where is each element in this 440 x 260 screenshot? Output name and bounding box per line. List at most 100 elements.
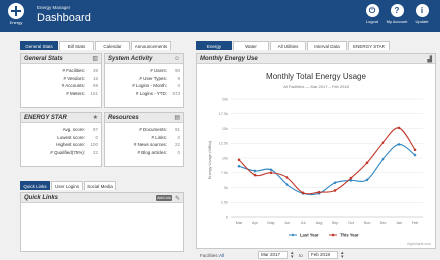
help-icon: ? [390,4,404,17]
facilities-label: Facilities: [200,252,219,258]
update-label: Update [415,19,429,24]
stat-value: 87 [92,127,98,132]
tab-energy-star[interactable]: ENERGY STAR [348,41,390,50]
energy-line-chart: Monthly Total Energy Usage All Facilitie… [207,72,431,246]
data-point [237,164,241,168]
stat-label: # Facilities: [62,68,85,73]
stat-value: 91 [174,127,180,132]
data-point [237,158,241,162]
data-point [317,190,321,194]
stat-row: Highest score: 100 [21,141,101,149]
stat-row: # Facilities: 39 [21,67,101,75]
tab-calendar[interactable]: Calendar [95,41,130,50]
tab-general-stats[interactable]: General Stats [20,41,58,50]
document-icon: ▤ [174,115,180,121]
data-point [349,176,353,180]
update-button[interactable]: i Update [411,4,433,24]
tab-announcements[interactable]: Announcements [131,41,171,50]
tab-all-utilities[interactable]: All Utilities [270,41,306,50]
y-tick-label: 20k [222,97,228,101]
stat-value: 59 [92,83,98,88]
energy-star-title: ENERGY STAR [24,114,67,121]
to-label: to [299,252,303,258]
chart-y-axis-label: Energy Usage (MBtu) [207,140,212,179]
y-tick-label: 12.5k [219,142,228,146]
tab-energy[interactable]: Energy [196,41,232,50]
stat-row: # Logins - YTD: 573 [105,90,183,98]
from-date-stepper-icon[interactable]: ▴ ▾ [291,251,294,260]
data-point [253,169,257,173]
stat-row: # News sources: 22 [105,141,183,149]
x-tick-label: Jul [301,221,306,225]
users-icon: ☺ [173,56,180,62]
stat-label: # Logins - YTD: [135,90,167,96]
logout-button[interactable]: ⏻ Logout [361,4,383,24]
x-tick-label: Nov [364,221,371,225]
stat-value: 0 [177,83,180,88]
series-line-this-year [238,127,416,195]
x-tick-label: Jan [396,221,402,225]
x-tick-label: Oct [348,221,355,225]
facilities-select[interactable]: All [219,253,224,258]
data-point [365,161,369,165]
series-line-last-year [238,143,416,196]
tab-social-media[interactable]: Social Media [84,181,116,190]
stat-label: # Logins - Month: [132,83,167,88]
logout-label: Logout [365,19,379,24]
resources-title: Resources [108,114,139,121]
general-stats-panel: General Stats ▥ # Facilities: 39 # Vendors… [20,53,102,108]
my-account-button[interactable]: ? My Account [386,4,408,24]
y-tick-label: 2.5k [221,201,228,205]
stat-value: 90 [174,68,180,73]
stat-row: # Documents: 91 [105,126,183,134]
stat-value: 151 [90,90,98,96]
x-tick-label: Jun [284,221,290,225]
to-date-field[interactable]: Feb 2018 [308,251,338,259]
energy-logo-icon [8,3,24,19]
star-icon: ★ [92,115,98,121]
right-tab-bar: Energy Water All Utilities Interval Data… [196,41,391,50]
building-icon: ▥ [92,56,98,62]
monthly-energy-title: Monthly Energy Use [200,55,258,62]
stat-label: # Links: [151,134,167,140]
bottom-tab-bar: Quick Links User Logins Social Media [20,181,117,190]
legend-label: Last Year [300,233,319,238]
x-tick-label: Apr [252,221,259,225]
system-activity-panel: System Activity ☺ # Users: 90 # User Types… [104,53,184,108]
power-icon: ⏻ [365,4,379,17]
add-link-button[interactable]: Add Link [156,195,172,201]
tab-interval-data[interactable]: Interval Data [307,41,347,50]
stat-row: # User Types: 9 [105,75,183,83]
from-date-field[interactable]: Mar 2017 [258,251,288,259]
x-tick-label: Sep [332,221,339,225]
stat-row: # Logins - Month: 0 [105,82,183,90]
app-logo[interactable]: Energy [5,3,27,29]
data-point [301,191,305,195]
tab-user-logins[interactable]: User Logins [51,181,83,190]
y-tick-label: 7.5k [221,171,228,175]
stat-value: 22 [174,142,180,147]
data-point [381,141,385,144]
pin-icon[interactable]: ✎ [175,195,180,202]
bar-chart-icon[interactable]: ▟ [427,56,432,63]
stat-label: # Vendors: [63,75,85,81]
stat-row: # Vendors: 15 [21,75,101,83]
stat-row: Lowest score: 0 [21,134,101,142]
stat-row: # Meters: 151 [21,90,101,98]
app-subtitle: Energy Manager [37,5,71,10]
quick-links-title: Quick Links [24,194,59,201]
my-account-label: My Account [386,19,408,24]
data-point [285,176,289,179]
chart-title: Monthly Total Energy Usage [266,72,366,81]
stat-value: 100 [90,142,98,147]
tab-bill-stats[interactable]: Bill Stats [59,41,94,50]
data-point [397,126,401,130]
tab-quick-links[interactable]: Quick Links [20,181,50,190]
data-point [333,189,337,192]
tab-water[interactable]: Water [233,41,269,50]
stat-value: 15 [92,75,98,81]
stat-label: # User Types: [139,75,167,81]
left-tab-bar: General Stats Bill Stats Calendar Announ… [20,41,172,50]
to-date-stepper-icon[interactable]: ▴ ▾ [341,251,344,260]
energy-star-panel: ENERGY STAR ★ Avg. score: 87 Lowest score:… [20,112,102,167]
